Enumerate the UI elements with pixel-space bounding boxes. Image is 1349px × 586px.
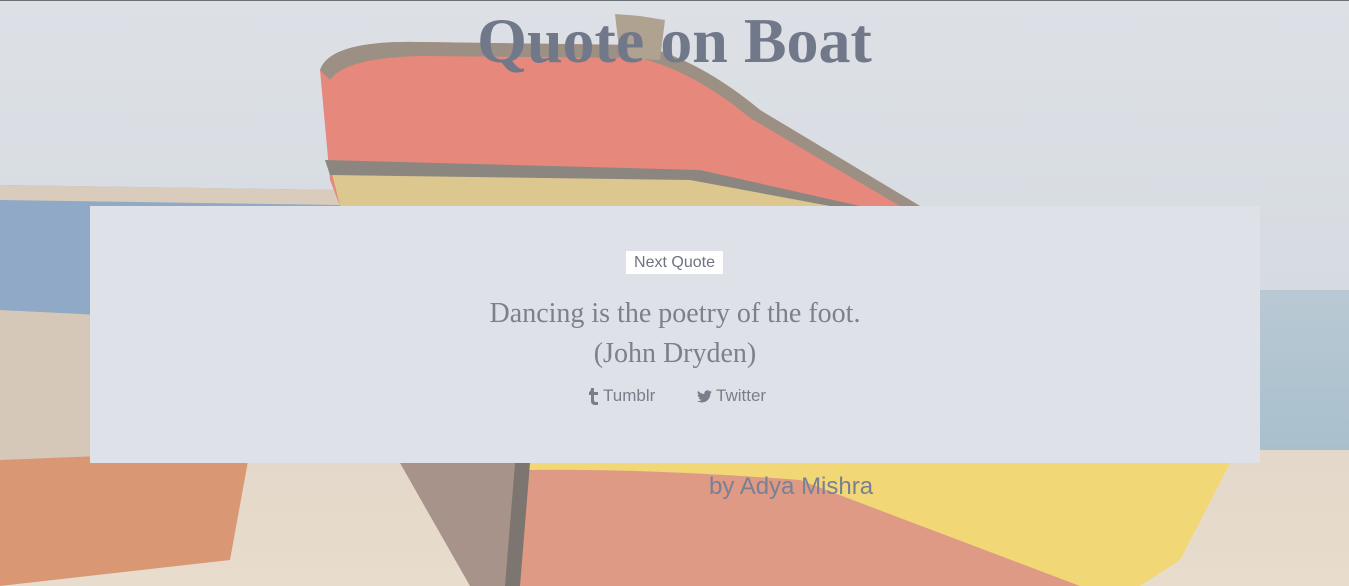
tumblr-share-link[interactable]: Tumblr <box>588 384 655 408</box>
tumblr-icon <box>588 387 599 405</box>
tumblr-label: Tumblr <box>603 386 656 405</box>
next-quote-button[interactable]: Next Quote <box>626 251 723 274</box>
quote-panel: Next Quote Dancing is the poetry of the … <box>90 206 1260 463</box>
quote-text: Dancing is the poetry of the foot. <box>489 298 861 329</box>
top-border <box>0 0 1349 1</box>
author-byline: by Adya Mishra <box>709 473 874 500</box>
twitter-share-link[interactable]: Twitter <box>697 384 766 408</box>
quote-author: (John Dryden) <box>593 338 757 369</box>
page-title: Quote on Boat <box>477 5 872 76</box>
twitter-icon <box>697 389 712 403</box>
twitter-label: Twitter <box>716 386 767 405</box>
